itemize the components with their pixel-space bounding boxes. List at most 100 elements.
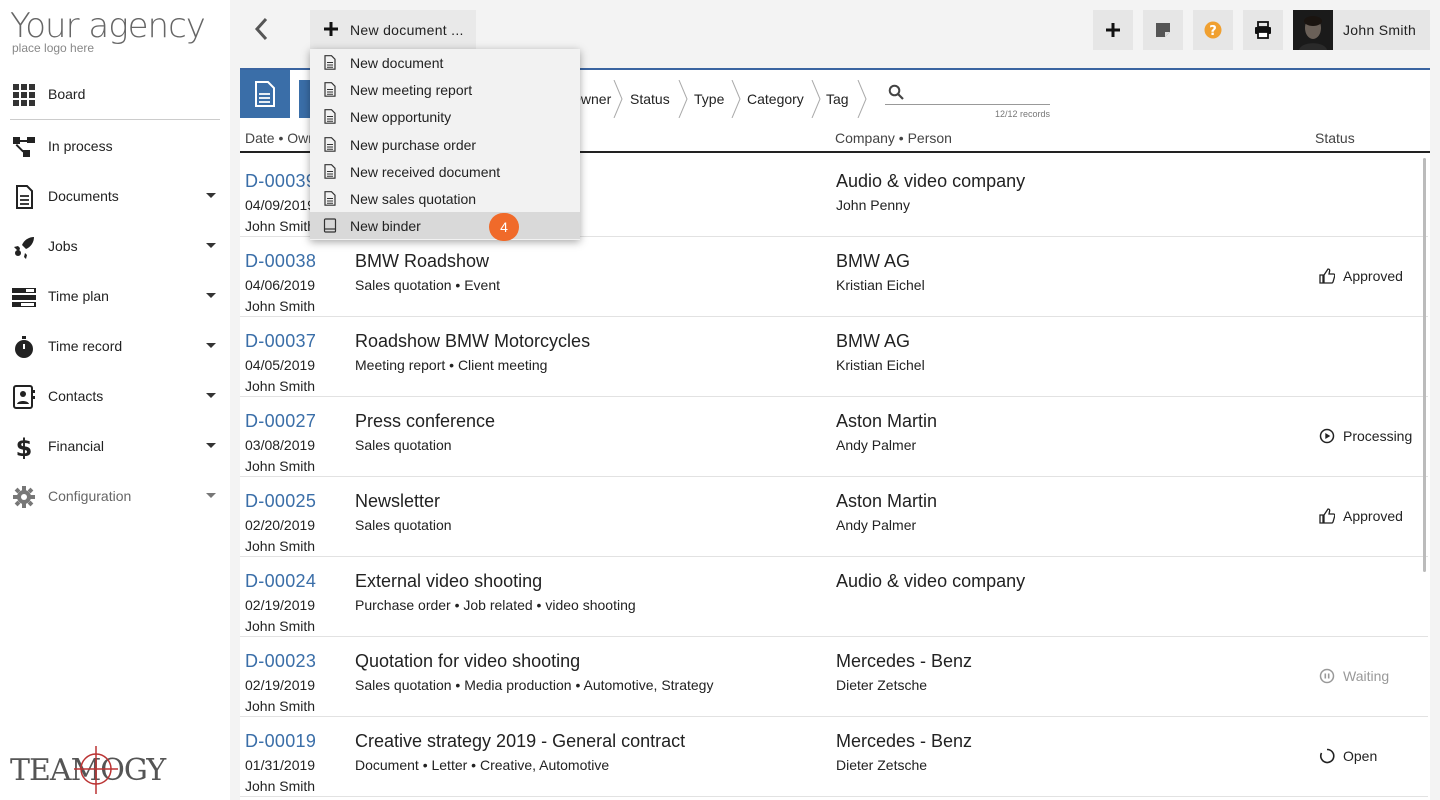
table-row[interactable]: D-00037 04/05/2019 John Smith Roadshow B… — [240, 317, 1428, 397]
search-input[interactable] — [885, 104, 1050, 105]
document-id-link[interactable]: D-00023 — [245, 651, 316, 672]
sidebar-item-label: Time record — [48, 338, 123, 354]
sidebar-item-time-record[interactable]: Time record — [0, 326, 230, 366]
table-row[interactable]: D-00023 02/19/2019 John Smith Quotation … — [240, 637, 1428, 717]
menu-item-new-purchase-order[interactable]: New purchase order — [310, 131, 580, 158]
help-icon: ? — [1204, 21, 1222, 39]
document-id-link[interactable]: D-00025 — [245, 491, 316, 512]
filter-tag[interactable]: Tag — [826, 80, 849, 118]
menu-item-new-document[interactable]: New document — [310, 49, 580, 76]
document-id-link[interactable]: D-00027 — [245, 411, 316, 432]
book-icon — [323, 218, 337, 233]
thumbs-up-icon — [1319, 508, 1335, 524]
document-title: Roadshow BMW Motorcycles — [355, 331, 591, 351]
person-name: Kristian Eichel — [836, 277, 925, 293]
new-document-button[interactable]: New document ... — [310, 10, 476, 50]
table-row[interactable]: D-00027 03/08/2019 John Smith Press conf… — [240, 397, 1428, 477]
timeplan-icon — [12, 288, 36, 307]
print-button[interactable] — [1243, 10, 1283, 50]
table-row[interactable]: D-00038 04/06/2019 John Smith BMW Roadsh… — [240, 237, 1428, 317]
sidebar-item-configuration[interactable]: Configuration — [0, 476, 230, 516]
document-subtitle: Document • Letter • Creative, Automotive — [355, 757, 610, 773]
menu-item-label: New sales quotation — [350, 191, 477, 207]
document-title: Press conference — [355, 411, 496, 431]
menu-item-new-binder[interactable]: New binder — [310, 212, 580, 239]
scrollbar[interactable] — [1423, 158, 1426, 572]
status-label: Waiting — [1343, 668, 1390, 684]
sidebar-item-time-plan[interactable]: Time plan — [0, 276, 230, 316]
document-id-link[interactable]: D-00037 — [245, 331, 316, 352]
stopwatch-icon — [15, 336, 33, 358]
chevron-right-icon — [678, 80, 688, 118]
status-label: Processing — [1343, 428, 1413, 444]
document-icon — [324, 164, 336, 179]
chevron-down-icon — [206, 443, 216, 448]
chevron-right-icon — [613, 80, 623, 118]
document-subtitle: Sales quotation — [355, 437, 452, 453]
filter-category[interactable]: Category — [747, 80, 804, 118]
document-owner: John Smith — [245, 618, 316, 634]
person-name: Kristian Eichel — [836, 357, 925, 373]
chevron-left-icon[interactable] — [250, 16, 274, 42]
company-name: Mercedes - Benz — [836, 651, 973, 671]
document-title: BMW Roadshow — [355, 251, 490, 271]
menu-item-label: New meeting report — [350, 82, 473, 98]
sticky-note-icon — [1156, 23, 1170, 37]
sidebar-item-board[interactable]: Board — [0, 74, 230, 114]
document-subtitle: Meeting report • Client meeting — [355, 357, 548, 373]
table-row[interactable]: D-00019 01/31/2019 John Smith Creative s… — [240, 717, 1428, 797]
filter-type[interactable]: Type — [694, 80, 724, 118]
person-name: Dieter Zetsche — [836, 757, 928, 773]
status-label: Approved — [1343, 268, 1403, 284]
sidebar-item-contacts[interactable]: Contacts — [0, 376, 230, 416]
document-id-link[interactable]: D-00039 — [245, 171, 316, 192]
new-document-menu: New document New meeting report New oppo… — [310, 49, 580, 240]
document-title: Newsletter — [355, 491, 441, 511]
menu-item-new-opportunity[interactable]: New opportunity — [310, 103, 580, 130]
add-button[interactable] — [1093, 10, 1133, 50]
sidebar-item-financial[interactable]: $ Financial — [0, 426, 230, 466]
chevron-right-icon — [731, 80, 741, 118]
document-date: 01/31/2019 — [245, 757, 316, 773]
thumbs-up-icon — [1319, 268, 1335, 284]
person-name: Andy Palmer — [836, 517, 917, 533]
document-icon — [324, 55, 336, 70]
menu-item-label: New opportunity — [350, 109, 452, 125]
help-button[interactable]: ? — [1193, 10, 1233, 50]
status-label: Approved — [1343, 508, 1403, 524]
document-owner: John Smith — [245, 378, 316, 394]
printer-icon — [1255, 21, 1271, 39]
document-icon — [324, 137, 336, 152]
document-owner: John Smith — [245, 218, 316, 234]
table-row[interactable]: D-00024 02/19/2019 John Smith External v… — [240, 557, 1428, 637]
documents-view-tab[interactable] — [240, 70, 290, 118]
sidebar-item-documents[interactable]: Documents — [0, 176, 230, 216]
company-name: Aston Martin — [836, 491, 938, 511]
document-owner: John Smith — [245, 698, 316, 714]
table-row[interactable]: D-00025 02/20/2019 John Smith Newsletter… — [240, 477, 1428, 557]
note-button[interactable] — [1143, 10, 1183, 50]
user-menu[interactable]: John Smith — [1293, 10, 1430, 50]
document-id-link[interactable]: D-00019 — [245, 731, 316, 752]
chevron-right-icon — [811, 80, 821, 118]
column-header-status[interactable]: Status — [1315, 130, 1355, 146]
sidebar-item-in-process[interactable]: In process — [0, 126, 230, 166]
document-id-link[interactable]: D-00038 — [245, 251, 316, 272]
menu-item-new-meeting-report[interactable]: New meeting report — [310, 76, 580, 103]
person-name: Andy Palmer — [836, 437, 917, 453]
rocket-icon — [14, 237, 34, 259]
document-id-link[interactable]: D-00024 — [245, 571, 316, 592]
document-title: Quotation for video shooting — [355, 651, 581, 671]
chevron-down-icon — [206, 243, 216, 248]
menu-item-new-received-document[interactable]: New received document — [310, 158, 580, 185]
filter-status[interactable]: Status — [630, 80, 670, 118]
sidebar-item-jobs[interactable]: Jobs — [0, 226, 230, 266]
document-subtitle: Sales quotation — [355, 517, 452, 533]
sidebar-item-label: Jobs — [48, 238, 78, 254]
column-header-company-person[interactable]: Company • Person — [835, 130, 952, 146]
status-label: Open — [1343, 748, 1378, 764]
company-name: Audio & video company — [836, 571, 1026, 591]
menu-item-new-sales-quotation[interactable]: New sales quotation — [310, 185, 580, 212]
company-name: BMW AG — [836, 331, 911, 351]
agency-logo[interactable]: Your agency place logo here — [10, 8, 210, 58]
